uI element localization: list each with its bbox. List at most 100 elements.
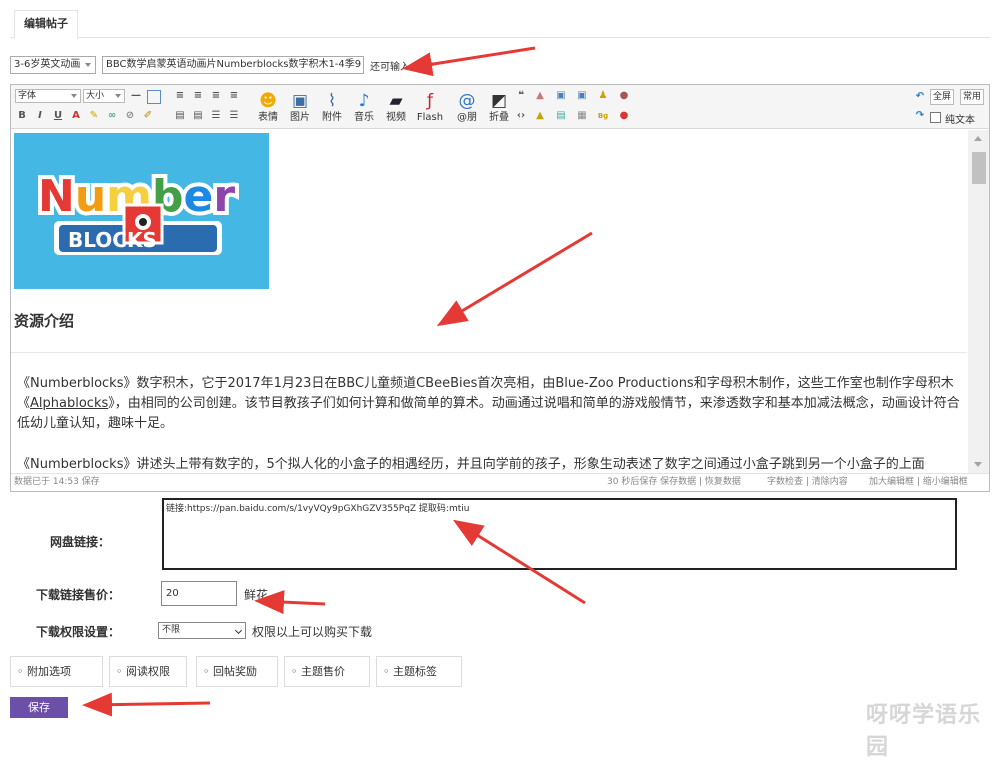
intro-paragraph: 《Numberblocks》数字积木，它于2017年1月23日在BBC儿童频道C… [17,374,963,434]
undo-icon[interactable]: ↶ [913,91,927,105]
code-icon[interactable]: ‹› [514,110,528,124]
logo-block-pupil [139,218,147,226]
category-value: 3-6岁英文动画 [14,59,81,70]
tab-edit-post[interactable]: 编辑帖子 [14,10,78,39]
chevron-down-icon [115,94,121,98]
alphablocks-link[interactable]: Alphablocks [30,396,108,411]
editor-toolbar: 字体 大小 — B I U A ✎ ∞ ⊘ ✐ ≡ ≡ ≡ ≡ ▤ ▤ ☰ ☰ … [11,85,989,129]
at-icon: @ [458,91,476,111]
common-button[interactable]: 常用 [960,89,985,105]
index-icon[interactable]: ▤ [554,110,568,124]
collapse-label: 折叠 [489,112,509,123]
link-icon[interactable]: ∞ [105,110,119,124]
resize-links[interactable]: 加大编辑框 | 缩小编辑框 [869,474,968,491]
unlink-icon[interactable]: ⊘ [123,110,137,124]
save-button[interactable]: 保存 [10,697,68,718]
highlight-icon[interactable]: ✎ [87,110,101,124]
price-unit: 鲜花 [244,588,269,602]
char-count-hint: 还可输入 字符 [370,62,434,73]
netdisk-label: 网盘链接： [50,535,111,549]
attachment-label: 附件 [322,112,342,123]
float-right-icon[interactable]: ▤ [191,110,205,124]
video-label: 视频 [386,112,406,123]
quote-icon[interactable]: ❝ [514,90,528,104]
permission-select[interactable]: 不限 [158,622,246,639]
section-title: 资源介绍 [14,312,75,330]
horizontal-rule-icon[interactable]: — [129,90,143,104]
unordered-list-icon[interactable]: ☰ [227,110,241,124]
user-icon[interactable]: ♟ [596,90,610,104]
permission-value: 不限 [162,625,181,635]
music-icon: ♪ [358,91,370,111]
attachment-button[interactable]: ⌇ 附件 [317,90,347,126]
scroll-up-icon[interactable] [974,136,982,141]
intro-text-b: 》，由相同的公司创建。该节目教孩子们如何计算和做简单的算术。动画通过说唱和简单的… [17,396,960,431]
collapse-icon: ◩ [490,91,508,111]
category-select[interactable]: 3-6岁英文动画 [10,56,96,74]
autosave-status: 数据已于 14:53 保存 [14,477,100,487]
free-icon[interactable]: ▲ [533,90,547,104]
music-button[interactable]: ♪ 音乐 [349,90,379,126]
price-input[interactable]: 20 [161,581,237,606]
editor-content[interactable]: Number Number BLOCKS 资源介绍 《Numberblocks》… [11,130,967,473]
netdisk-link-textarea[interactable]: 链接:https://pan.baidu.com/s/1vyVQy9pGXhGZ… [162,498,957,570]
font-size-value: 大小 [86,91,105,101]
scroll-down-icon[interactable] [974,462,982,467]
word-tools-links[interactable]: 字数检查 | 清除内容 [767,474,848,491]
editor-scrollbar[interactable] [968,130,989,473]
mention-label: @朋 [457,112,477,123]
qq-icon[interactable]: ● [617,110,631,124]
font-color-icon[interactable]: A [69,110,83,124]
autosave-links[interactable]: 30 秒后保存 保存数据 | 恢复数据 [607,474,741,491]
option-thread-tags-label: 主题标签 [393,665,437,678]
hide-icon[interactable]: ▲ [533,110,547,124]
align-right-icon[interactable]: ≡ [209,90,223,104]
numberblocks-logo-svg: Number Number BLOCKS [14,133,269,289]
emoji-label: 表情 [258,112,278,123]
clear-format-icon[interactable]: ✐ [141,110,155,124]
recycle-icon[interactable]: ● [617,90,631,104]
font-family-select[interactable]: 字体 [15,89,81,103]
image-icon: ▣ [291,91,309,111]
option-additional-label: 附加选项 [27,665,71,678]
section-divider [11,352,967,353]
tab-bar: 编辑帖子 [10,8,990,39]
redo-icon[interactable]: ↷ [913,110,927,124]
align-justify-icon[interactable]: ≡ [227,90,241,104]
ordered-list-icon[interactable]: ☰ [209,110,223,124]
password-icon[interactable]: ▣ [575,90,589,104]
align-center-icon[interactable]: ≡ [191,90,205,104]
underline-icon[interactable]: U [51,110,65,124]
option-additional[interactable]: ◦ 附加选项 [10,656,103,687]
flash-label: Flash [416,112,444,123]
align-left-icon[interactable]: ≡ [173,90,187,104]
image-button[interactable]: ▣ 图片 [285,90,315,126]
plaintext-checkbox[interactable] [930,112,941,123]
bg-icon[interactable]: Bg [596,110,610,124]
mention-button[interactable]: @ @朋 [452,90,482,126]
option-thread-price[interactable]: ◦ 主题售价 [284,656,370,687]
arrow-save [82,692,211,717]
collapse-button[interactable]: ◩ 折叠 [484,90,514,126]
table-icon[interactable] [147,90,161,104]
option-reply-reward[interactable]: ◦ 回帖奖励 [196,656,278,687]
page-icon[interactable]: ▣ [554,90,568,104]
italic-icon[interactable]: I [33,110,47,124]
option-thread-price-label: 主题售价 [301,665,345,678]
float-left-icon[interactable]: ▤ [173,110,187,124]
option-read-permission-label: 阅读权限 [126,665,170,678]
option-thread-tags[interactable]: ◦ 主题标签 [376,656,462,687]
story-paragraph: 《Numberblocks》讲述头上带有数字的，5个拟人化的小盒子的相遇经历，并… [17,457,925,472]
site-watermark: 呀呀学语乐园 [866,703,982,760]
template-icon[interactable]: ▦ [575,110,589,124]
scroll-thumb[interactable] [972,152,986,184]
option-read-permission[interactable]: ◦ 阅读权限 [109,656,187,687]
font-size-select[interactable]: 大小 [83,89,125,103]
emoji-button[interactable]: ☻ 表情 [253,90,283,126]
video-button[interactable]: ▰ 视频 [381,90,411,126]
fullscreen-button[interactable]: 全屏 [930,89,955,105]
numberblocks-logo-image: Number Number BLOCKS [14,133,269,289]
bold-icon[interactable]: B [15,110,29,124]
flash-button[interactable]: ƒ Flash [413,90,447,126]
subject-input[interactable]: BBC数学启蒙英语动画片Numberblocks数字积木1-4季9 [102,56,364,74]
